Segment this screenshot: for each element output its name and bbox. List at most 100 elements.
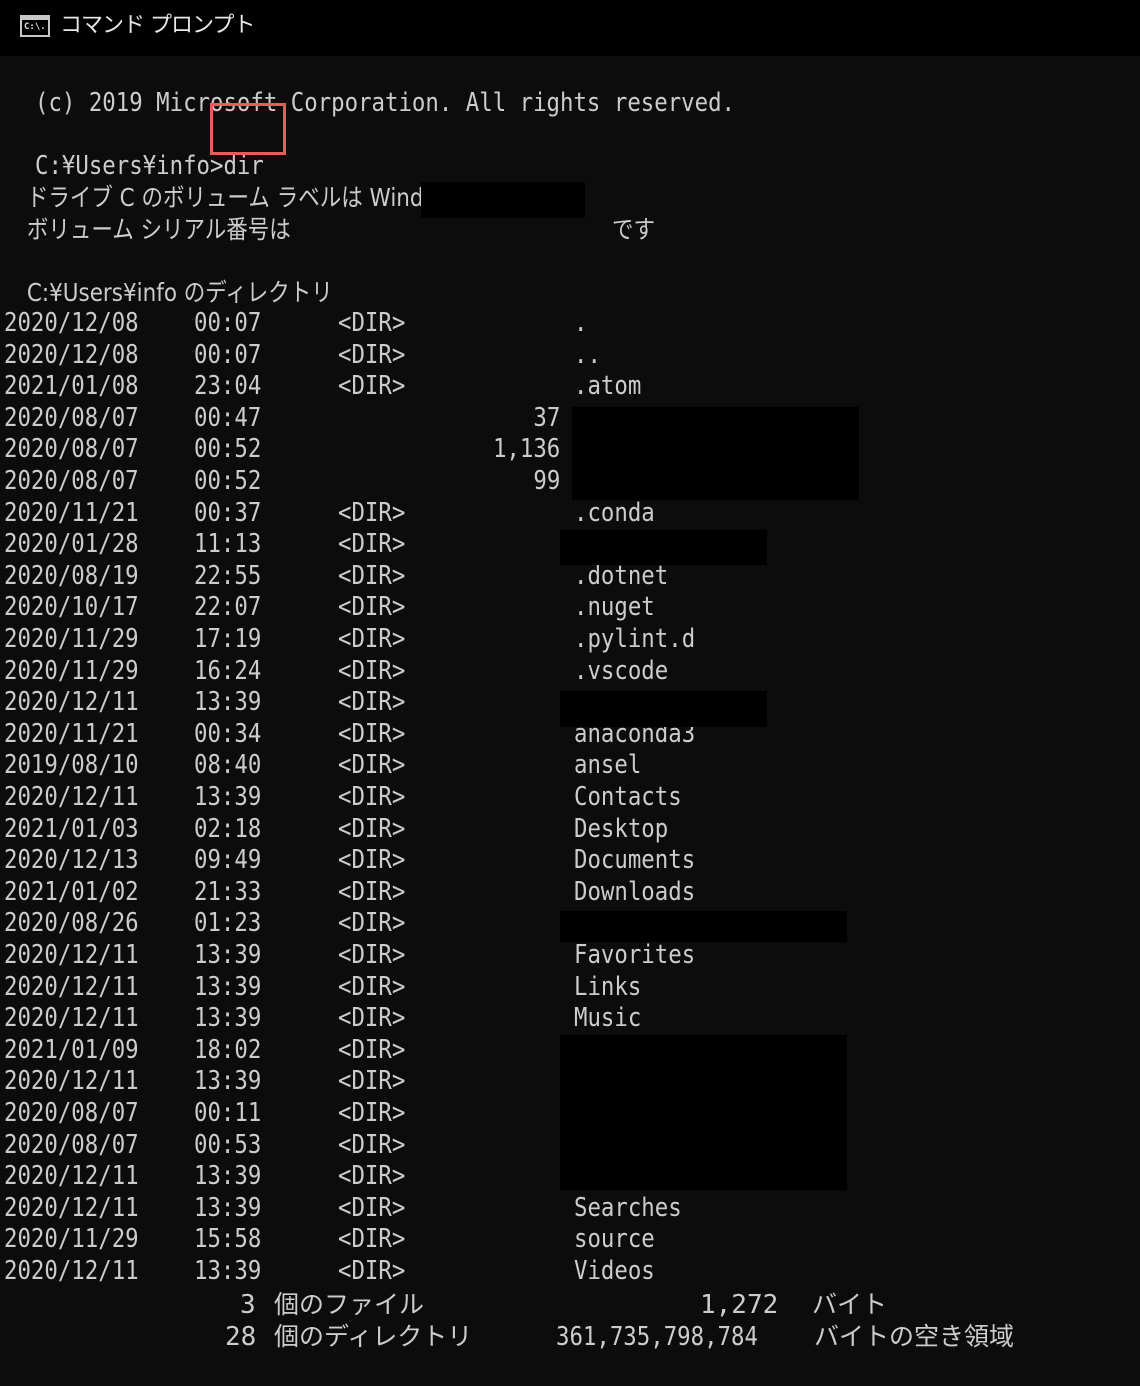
volume-label-line: ドライブ C のボリューム ラベルは Windows です — [19, 183, 516, 212]
list-item: 2020/08/07 00:52 1,136 — [0, 433, 1140, 465]
list-item: 2021/01/02 21:33 <DIR> Downloads — [0, 876, 1140, 908]
list-item: 2019/08/10 08:40 <DIR> ansel — [0, 749, 1140, 781]
cmd-icon: C:\. — [20, 15, 50, 37]
entry-date: 2021/01/03 — [4, 813, 139, 844]
entry-size — [360, 370, 560, 402]
list-item: 2020/11/29 15:58 <DIR> source — [0, 1223, 1140, 1255]
redacted-dir-name — [560, 530, 767, 565]
entry-size — [360, 844, 560, 876]
entry-time: 13:39 — [194, 1066, 262, 1097]
entry-name: .pylint.d — [574, 624, 696, 654]
entry-date: 2020/08/07 — [4, 402, 139, 433]
entry-size — [360, 1129, 560, 1161]
entry-date: 2020/11/21 — [4, 497, 139, 528]
entry-time: 22:07 — [194, 592, 262, 623]
entry-time: 13:39 — [194, 1192, 262, 1223]
redacted-dir-names — [560, 1035, 847, 1190]
summary-files-line: 3 個のファイル 1,272 バイト — [240, 1290, 888, 1320]
entry-date: 2020/08/26 — [4, 908, 139, 939]
entry-size — [360, 781, 560, 813]
entry-time: 21:33 — [194, 876, 262, 907]
entry-date: 2020/12/11 — [4, 1256, 139, 1286]
title-bar[interactable]: C:\. コマンド プロンプト — [0, 0, 1140, 56]
free-bytes: 361,735,798,784 — [556, 1322, 758, 1352]
entry-time: 00:07 — [194, 339, 262, 370]
entry-size — [360, 497, 560, 529]
entry-date: 2020/12/11 — [4, 1161, 139, 1192]
list-item: 2021/01/08 23:04 <DIR> .atom — [0, 370, 1140, 402]
entry-size — [360, 623, 560, 655]
entry-time: 15:58 — [194, 1224, 262, 1255]
entry-date: 2020/12/08 — [4, 339, 139, 370]
entry-date: 2020/11/29 — [4, 655, 139, 686]
entry-size — [360, 718, 560, 750]
entry-time: 01:23 — [194, 908, 262, 939]
entry-name: . — [574, 308, 588, 338]
list-item: 2020/12/11 13:39 <DIR> Videos — [0, 1255, 1140, 1287]
entry-time: 00:53 — [194, 1129, 262, 1160]
list-item: 2020/11/21 00:37 <DIR> .conda — [0, 497, 1140, 529]
entry-date: 2020/12/11 — [4, 971, 139, 1002]
entry-date: 2020/08/07 — [4, 434, 139, 465]
entry-time: 00:37 — [194, 497, 262, 528]
entry-name: Desktop — [574, 813, 669, 844]
entry-time: 00:11 — [194, 1098, 262, 1128]
entry-time: 18:02 — [194, 1034, 262, 1065]
entry-name: Downloads — [574, 876, 696, 907]
redacted-serial-number — [421, 182, 585, 218]
entry-size — [360, 907, 560, 939]
entry-time: 00:07 — [194, 308, 262, 338]
serial-number-line: ボリューム シリアル番号は — [19, 215, 291, 244]
entry-name: source — [574, 1224, 655, 1255]
entry-name: .. — [574, 339, 601, 370]
entry-time: 08:40 — [194, 750, 262, 781]
summary-dirs-line: 28 個のディレクトリ 361,735,798,784 バイトの空き領域 — [225, 1322, 1015, 1352]
entry-time: 00:52 — [194, 466, 262, 496]
entry-size — [360, 1097, 560, 1129]
entry-time: 13:39 — [194, 782, 262, 812]
entry-size — [360, 1034, 560, 1066]
entry-time: 09:49 — [194, 845, 262, 876]
entry-name: Links — [574, 971, 642, 1002]
entry-name: Favorites — [574, 940, 696, 970]
entry-time: 13:39 — [194, 1161, 262, 1192]
list-item: 2020/11/29 17:19 <DIR> .pylint.d — [0, 623, 1140, 655]
entry-size — [360, 560, 560, 592]
entry-size — [360, 939, 560, 971]
entry-date: 2020/10/17 — [4, 592, 139, 623]
entry-size — [360, 876, 560, 908]
entry-date: 2020/08/07 — [4, 1098, 139, 1128]
entry-date: 2020/12/13 — [4, 845, 139, 876]
entry-size — [360, 971, 560, 1003]
entry-time: 02:18 — [194, 813, 262, 844]
entry-size — [360, 528, 560, 560]
entry-size: 99 — [533, 466, 560, 496]
entry-size — [360, 1192, 560, 1224]
list-item: 2020/12/13 09:49 <DIR> Documents — [0, 844, 1140, 876]
entry-size — [360, 1002, 560, 1034]
entry-date: 2020/12/11 — [4, 1003, 139, 1034]
entry-time: 23:04 — [194, 371, 262, 402]
entry-time: 11:13 — [194, 529, 262, 560]
entry-date: 2020/12/11 — [4, 940, 139, 970]
entry-date: 2020/08/07 — [4, 1129, 139, 1160]
entry-date: 2020/01/28 — [4, 529, 139, 560]
directory-header: C:¥Users¥info のディレクトリ — [19, 278, 333, 307]
entry-time: 16:24 — [194, 655, 262, 686]
command-highlight-box — [210, 103, 286, 155]
entry-size — [360, 1065, 560, 1097]
list-item: 2020/12/08 00:07 <DIR>. — [0, 307, 1140, 339]
copyright-line: (c) 2019 Microsoft Corporation. All righ… — [35, 88, 736, 118]
entry-time: 13:39 — [194, 940, 262, 970]
entry-date: 2020/11/29 — [4, 624, 139, 654]
entry-date: 2020/12/11 — [4, 782, 139, 812]
list-item: 2021/01/03 02:18 <DIR> Desktop — [0, 813, 1140, 845]
entry-date: 2019/08/10 — [4, 750, 139, 781]
list-item: 2020/08/07 00:52 99 — [0, 465, 1140, 497]
entry-time: 22:55 — [194, 560, 262, 591]
window-title: コマンド プロンプト — [60, 13, 255, 38]
entry-size: 1,136 — [492, 434, 560, 465]
list-item: 2020/11/29 16:24 <DIR> .vscode — [0, 655, 1140, 687]
entry-date: 2020/12/08 — [4, 308, 139, 338]
redacted-dir-name — [560, 911, 847, 942]
